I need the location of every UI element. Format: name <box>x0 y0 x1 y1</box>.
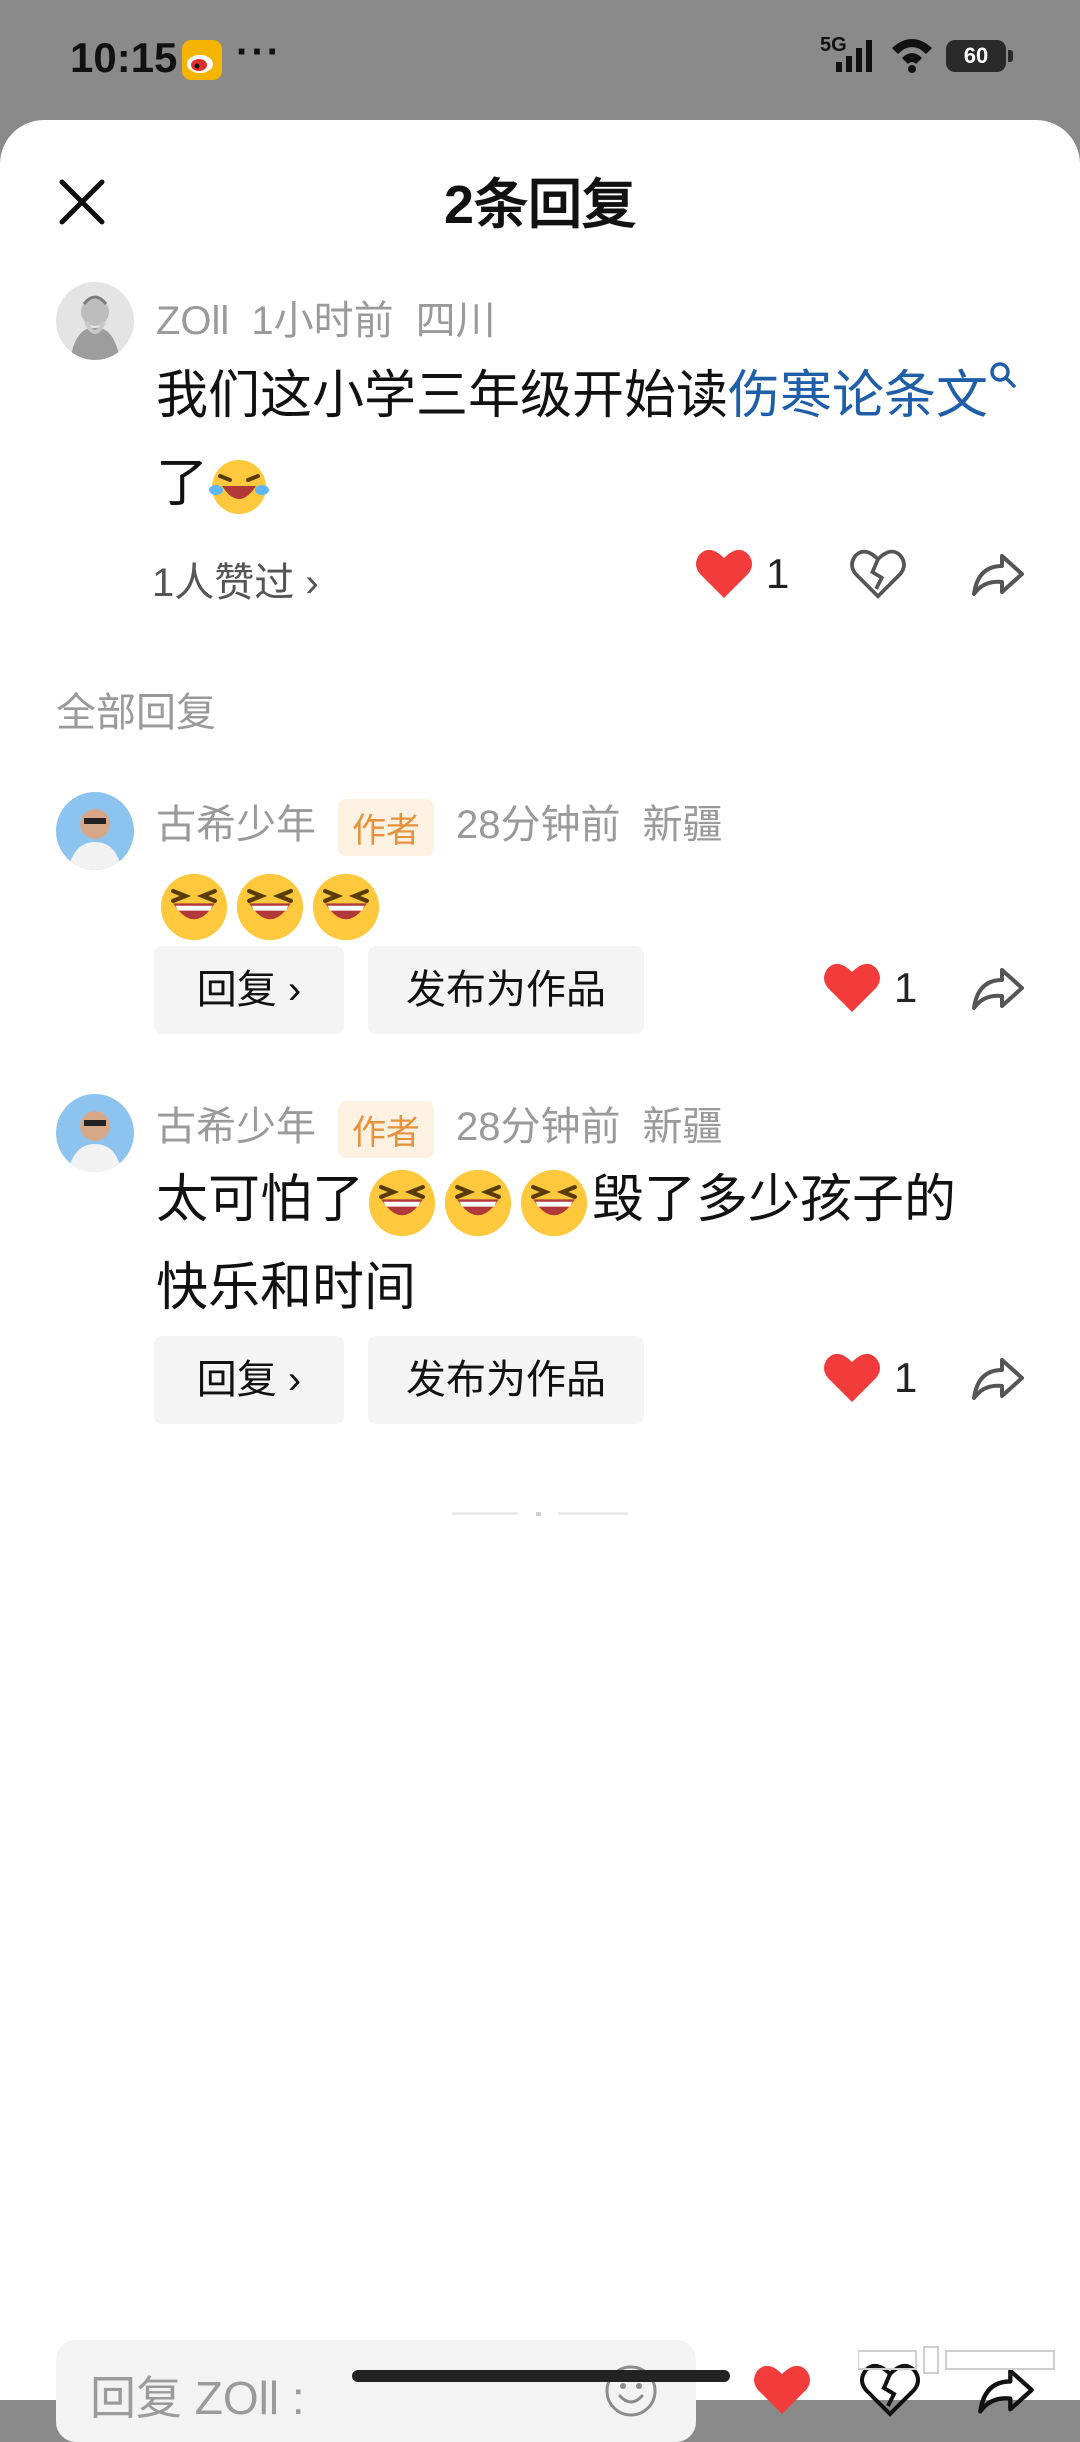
dislike-icon[interactable] <box>850 548 906 600</box>
comment-text: 我们这小学三年级开始读伤寒论条文 了 <box>156 352 1036 528</box>
reply-input[interactable]: 回复 ZOll : <box>56 2340 696 2442</box>
grin-emoji-icon <box>444 1170 512 1237</box>
reply-button[interactable]: 回复 › <box>154 1336 344 1424</box>
heart-filled-icon[interactable] <box>694 546 754 602</box>
username[interactable]: 古希少年 <box>156 1105 316 1149</box>
avatar[interactable] <box>56 282 134 360</box>
battery-indicator: 60 <box>946 40 1006 72</box>
heart-filled-icon[interactable] <box>752 2362 812 2418</box>
search-icon[interactable] <box>988 360 1018 394</box>
heart-filled-icon[interactable] <box>822 960 882 1016</box>
share-icon[interactable] <box>970 1354 1026 1402</box>
heart-filled-icon[interactable] <box>822 1350 882 1406</box>
grin-emoji-icon <box>368 1170 436 1237</box>
share-icon[interactable] <box>970 550 1026 598</box>
comment-text-body: 我们这小学三年级开始读 <box>156 367 729 425</box>
loading-indicator <box>452 1512 628 1516</box>
avatar-image <box>56 1094 134 1172</box>
location: 四川 <box>415 299 496 343</box>
publish-as-work-button[interactable]: 发布为作品 <box>368 946 644 1034</box>
grin-emoji-icon <box>236 874 304 941</box>
like-count: 1 <box>894 964 918 1011</box>
reply-text <box>156 860 1036 948</box>
avatar-image <box>56 792 134 870</box>
username[interactable]: 古希少年 <box>156 803 316 847</box>
section-label: 全部回复 <box>56 691 216 735</box>
likes-link[interactable]: 1人赞过 › <box>152 550 319 608</box>
topic-link[interactable]: 伤寒论条文 <box>728 367 988 425</box>
location: 新疆 <box>642 803 723 847</box>
sheet-title: 2条回复 <box>443 175 637 235</box>
avatar-image <box>56 282 134 360</box>
author-badge: 作者 <box>338 1100 434 1158</box>
reply-button[interactable]: 回复 › <box>154 946 344 1034</box>
grin-emoji-icon <box>312 874 380 941</box>
watermark-logo <box>858 2346 1055 2374</box>
reply-meta: 古希少年 作者 28分钟前 新疆 <box>156 1094 745 1158</box>
laugh-cry-emoji-icon <box>209 460 270 515</box>
publish-as-work-button[interactable]: 发布为作品 <box>368 1336 644 1424</box>
avatar[interactable] <box>56 1094 134 1172</box>
avatar[interactable] <box>56 792 134 870</box>
home-indicator[interactable] <box>352 2370 730 2382</box>
more-notifications-icon: ··· <box>236 30 282 74</box>
grin-emoji-icon <box>160 874 228 941</box>
reply-text: 太可怕了 毁了多少孩子的快乐和时间 <box>156 1156 1036 1332</box>
like-count: 1 <box>766 550 790 597</box>
replies-sheet: 2条回复 ZOll 1小时前 四川 我们这小学三年级开始读伤寒论条文 了 1人赞过 … <box>0 120 1080 2442</box>
grin-emoji-icon <box>520 1170 588 1237</box>
reply-text-body: 太可怕了 <box>156 1171 365 1229</box>
username[interactable]: ZOll <box>156 299 229 343</box>
reply-text-body-tail: 毁了多少孩子的 <box>592 1171 957 1229</box>
wifi-icon <box>892 39 932 73</box>
status-bar: 10:15 ··· 5G 60 <box>0 0 1080 118</box>
comment-text-tail: 了 <box>156 455 209 513</box>
comment-meta: ZOll 1小时前 四川 <box>156 288 518 346</box>
battery-cap <box>1008 50 1013 62</box>
timestamp: 28分钟前 <box>456 803 621 847</box>
reply-text-line2: 快乐和时间 <box>156 1259 417 1317</box>
weibo-app-icon <box>182 40 222 80</box>
author-badge: 作者 <box>338 798 434 856</box>
status-time: 10:15 <box>70 34 178 81</box>
signal-icon <box>836 40 872 72</box>
share-icon[interactable] <box>970 964 1026 1012</box>
reply-meta: 古希少年 作者 28分钟前 新疆 <box>156 792 745 856</box>
reply-input-placeholder: 回复 ZOll : <box>90 2372 305 2424</box>
like-count: 1 <box>894 1354 918 1401</box>
timestamp: 1小时前 <box>251 299 394 343</box>
location: 新疆 <box>642 1105 723 1149</box>
timestamp: 28分钟前 <box>456 1105 621 1149</box>
